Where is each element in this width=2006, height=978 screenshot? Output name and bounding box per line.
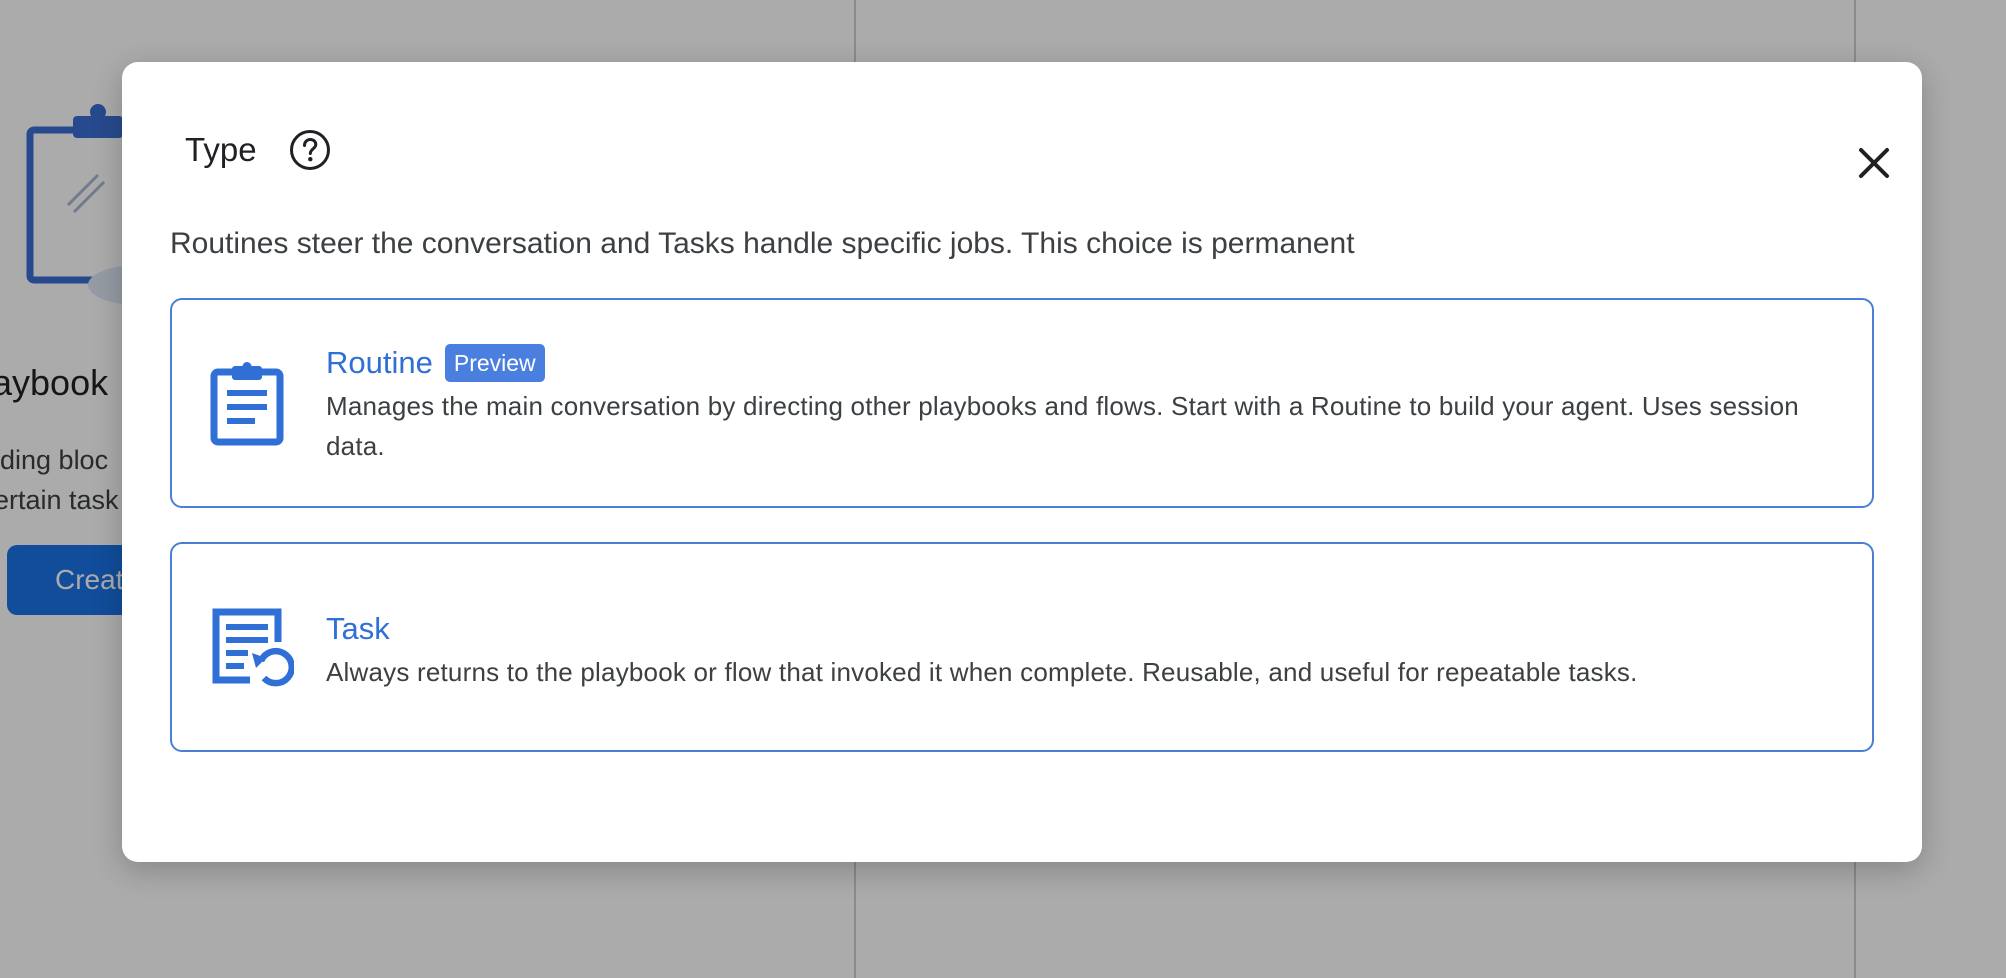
clipboard-icon: [210, 362, 284, 446]
task-option-description: Always returns to the playbook or flow t…: [326, 657, 1638, 687]
routine-title-row: Routine Preview: [326, 342, 1832, 384]
task-return-icon: [212, 608, 294, 687]
help-icon[interactable]: [288, 128, 332, 172]
page: aybook lding bloc ertain task Creat Type…: [0, 0, 2006, 978]
preview-badge: Preview: [444, 344, 545, 382]
routine-option-card[interactable]: Routine Preview Manages the main convers…: [170, 298, 1874, 508]
routine-option-content: Routine Preview Manages the main convers…: [326, 342, 1832, 466]
dialog-title: Type: [185, 131, 257, 168]
type-dialog: Type Routines steer the conversation and…: [122, 62, 1922, 862]
task-title-row: Task: [326, 608, 1832, 650]
routine-option-title: Routine: [326, 345, 433, 380]
task-option-content: Task Always returns to the playbook or f…: [326, 608, 1832, 692]
close-icon[interactable]: [1851, 140, 1897, 186]
routine-option-description: Manages the main conversation by directi…: [326, 391, 1799, 461]
task-option-title: Task: [326, 611, 390, 646]
task-option-card[interactable]: Task Always returns to the playbook or f…: [170, 542, 1874, 752]
dialog-subtitle: Routines steer the conversation and Task…: [170, 227, 1355, 260]
